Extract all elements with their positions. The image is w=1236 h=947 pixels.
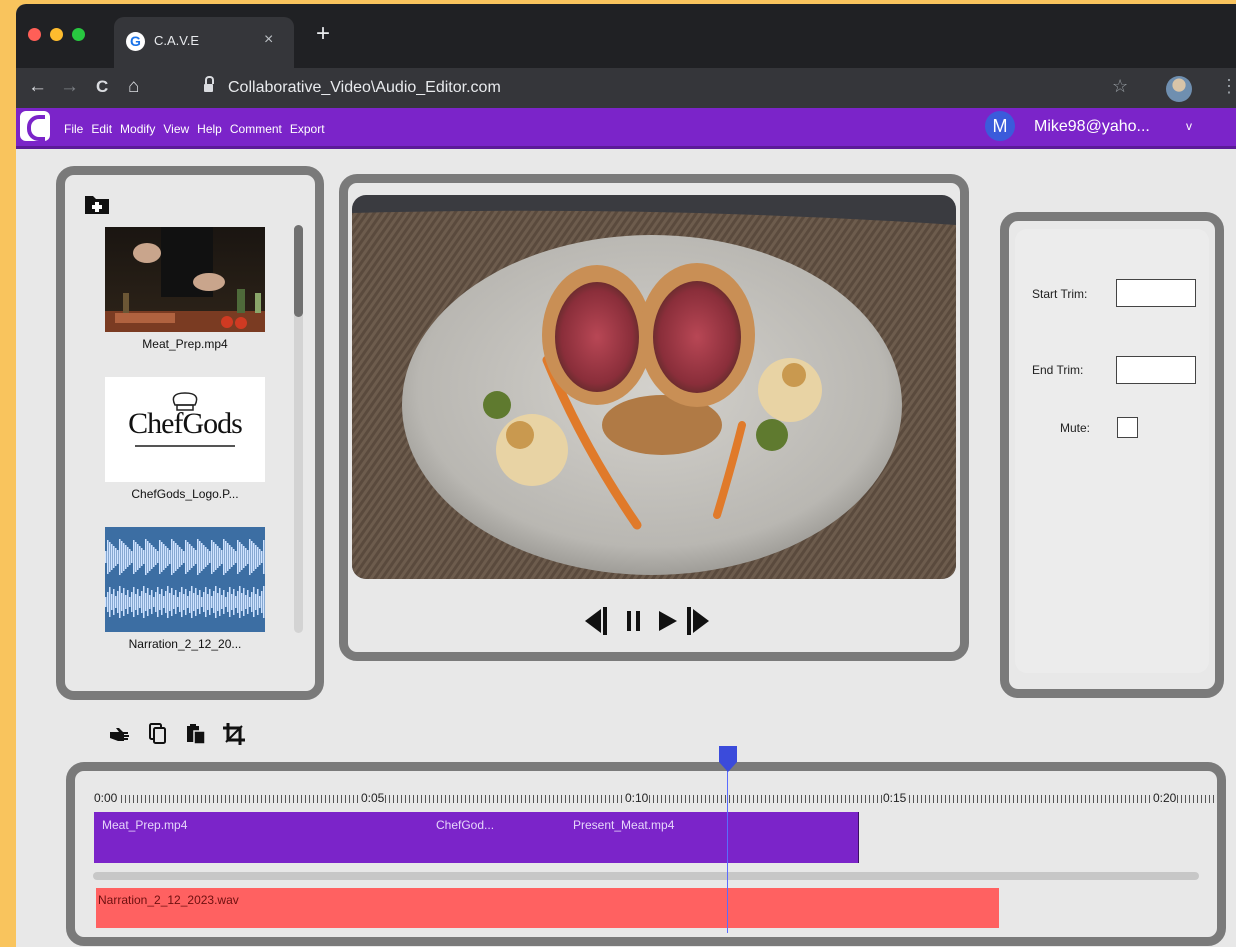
google-icon: G xyxy=(126,32,145,51)
media-label: ChefGods_Logo.P... xyxy=(131,487,239,501)
timeline-tick: 0:10 xyxy=(624,790,650,806)
end-trim-label: End Trim: xyxy=(1032,363,1084,377)
timeline-panel: 0:00 0:05 0:10 0:15 0:20 Meat_Prep.mp4 C… xyxy=(66,762,1226,946)
media-label: Narration_2_12_20... xyxy=(128,637,242,651)
media-thumbnail-meat-prep[interactable] xyxy=(105,227,265,332)
media-library-panel: Meat_Prep.mp4 ChefGods ChefGods_Logo.P..… xyxy=(56,166,324,700)
start-trim-label: Start Trim: xyxy=(1032,287,1088,301)
tab-close-icon[interactable]: × xyxy=(264,31,273,49)
app-menu-bar: File Edit Modify View Help Comment Expor… xyxy=(16,108,1236,149)
media-label: Meat_Prep.mp4 xyxy=(142,337,228,351)
clip-label: Present_Meat.mp4 xyxy=(573,818,675,832)
back-arrow-icon[interactable]: ← xyxy=(28,76,47,98)
audio-clip-narration[interactable]: Narration_2_12_2023.wav xyxy=(96,888,999,928)
menu-view[interactable]: View xyxy=(163,122,189,136)
lock-icon xyxy=(204,76,214,92)
hand-tool-icon[interactable] xyxy=(108,722,132,746)
media-scrollbar-thumb[interactable] xyxy=(294,225,303,317)
minimize-window-button[interactable] xyxy=(50,28,63,41)
browser-toolbar: ← → C ⌂ Collaborative_Video\Audio_Editor… xyxy=(16,68,1236,108)
mute-checkbox[interactable] xyxy=(1117,417,1138,438)
menu-list: File Edit Modify View Help Comment Expor… xyxy=(64,122,325,136)
timeline-tick: 0:20 xyxy=(1152,790,1178,806)
menu-comment[interactable]: Comment xyxy=(230,122,282,136)
media-thumbnail-narration[interactable] xyxy=(105,527,265,632)
browser-window: G C.A.V.E × + ← → C ⌂ Collaborative_Vide… xyxy=(16,4,1236,947)
playhead-line xyxy=(727,761,728,933)
edit-toolbar xyxy=(108,722,246,746)
clip-label: Meat_Prep.mp4 xyxy=(102,818,188,832)
chefgods-logo-text: ChefGods xyxy=(128,407,243,440)
address-bar[interactable]: Collaborative_Video\Audio_Editor.com xyxy=(228,79,501,97)
menu-export[interactable]: Export xyxy=(290,122,325,136)
home-icon[interactable]: ⌂ xyxy=(128,76,139,98)
playhead-handle-icon[interactable] xyxy=(717,744,739,781)
clip-label: ChefGod... xyxy=(436,818,495,832)
cave-logo-icon xyxy=(20,111,50,141)
pause-icon[interactable] xyxy=(627,611,640,631)
timeline-tick: 0:00 xyxy=(93,790,119,806)
skip-forward-icon[interactable] xyxy=(687,607,709,635)
user-email[interactable]: Mike98@yaho... xyxy=(1034,118,1150,136)
video-clip-present-meat[interactable]: Present_Meat.mp4 xyxy=(565,812,859,863)
timeline-tick: 0:15 xyxy=(882,790,908,806)
menu-help[interactable]: Help xyxy=(197,122,222,136)
video-preview-frame[interactable] xyxy=(352,195,956,579)
play-icon[interactable] xyxy=(659,611,677,631)
browser-tab-bar: G C.A.V.E × + xyxy=(16,4,1236,68)
add-folder-icon[interactable] xyxy=(84,193,110,220)
reload-icon[interactable]: C xyxy=(96,76,108,98)
forward-arrow-icon[interactable]: → xyxy=(60,76,79,98)
browser-menu-icon[interactable]: ⋮ xyxy=(1220,76,1236,97)
new-tab-button[interactable]: + xyxy=(316,22,330,46)
playback-controls xyxy=(583,601,723,646)
media-thumbnail-chefgods-logo[interactable]: ChefGods xyxy=(105,377,265,482)
chevron-down-icon[interactable]: v xyxy=(1186,119,1192,133)
menu-edit[interactable]: Edit xyxy=(91,122,112,136)
browser-profile-avatar[interactable] xyxy=(1166,76,1192,102)
video-clip-meat-prep[interactable]: Meat_Prep.mp4 xyxy=(94,812,431,863)
crop-icon[interactable] xyxy=(222,722,246,746)
menu-file[interactable]: File xyxy=(64,122,83,136)
menu-modify[interactable]: Modify xyxy=(120,122,155,136)
skip-back-icon[interactable] xyxy=(585,607,607,635)
copy-icon[interactable] xyxy=(146,722,170,746)
mute-label: Mute: xyxy=(1060,421,1091,435)
tab-title: C.A.V.E xyxy=(154,33,200,48)
timeline-tick: 0:05 xyxy=(360,790,386,806)
paste-icon[interactable] xyxy=(184,722,208,746)
bookmark-star-icon[interactable]: ☆ xyxy=(1112,76,1128,97)
clip-properties-panel: Start Trim: End Trim: Mute: xyxy=(1000,212,1224,698)
video-clip-chefgods[interactable]: ChefGod... xyxy=(430,812,566,863)
browser-tab[interactable]: G C.A.V.E × xyxy=(114,17,294,68)
maximize-window-button[interactable] xyxy=(72,28,85,41)
user-avatar[interactable]: M xyxy=(985,111,1015,141)
start-trim-input[interactable] xyxy=(1116,279,1196,307)
close-window-button[interactable] xyxy=(28,28,41,41)
logo-underline xyxy=(135,445,235,447)
audio-clip-label: Narration_2_12_2023.wav xyxy=(98,893,239,907)
end-trim-input[interactable] xyxy=(1116,356,1196,384)
track-divider xyxy=(93,872,1199,880)
waveform-icon xyxy=(105,539,265,618)
timeline-ruler[interactable] xyxy=(93,790,1217,806)
video-preview-panel xyxy=(339,174,969,661)
